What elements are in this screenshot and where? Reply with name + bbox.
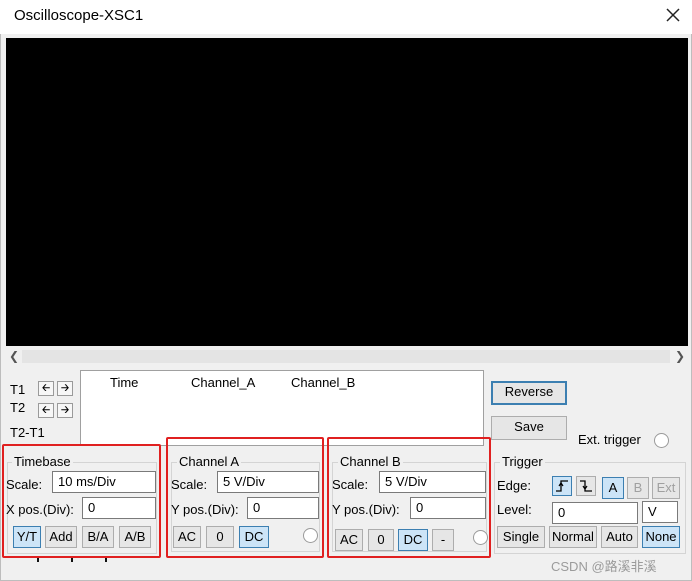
channel-a-ypos-label: Y pos.(Div): [171,502,239,517]
channel-b-ac-button[interactable]: AC [335,529,363,551]
trigger-edge-label: Edge: [497,478,531,493]
channel-b-dc-button[interactable]: DC [398,529,428,551]
close-icon[interactable] [660,4,686,28]
channel-a-ypos-input[interactable]: 0 [247,497,319,519]
tick-mark [71,558,73,562]
falling-edge-icon[interactable] [576,476,596,496]
scroll-left-icon[interactable]: ❮ [6,348,22,365]
channel-a-zero-button[interactable]: 0 [206,526,234,548]
trigger-auto-button[interactable]: Auto [601,526,638,548]
measurement-readout [80,370,484,446]
mode-add-button[interactable]: Add [45,526,77,548]
channel-a-ac-button[interactable]: AC [173,526,201,548]
trigger-level-unit[interactable]: V [642,501,678,523]
channel-b-ypos-input[interactable]: 0 [410,497,486,519]
channel-b-title: Channel B [338,454,403,469]
readout-header-channel-a: Channel_A [191,375,256,390]
tick-mark [105,558,107,562]
trigger-level-input[interactable]: 0 [552,502,638,524]
trigger-none-button[interactable]: None [642,526,680,548]
timebase-xpos-input[interactable]: 0 [82,497,156,519]
scope-display [6,38,688,346]
trigger-source-a-button[interactable]: A [602,477,624,499]
timebase-scale-input[interactable]: 10 ms/Div [52,471,156,493]
ext-trigger-radio[interactable] [654,433,669,448]
mode-ab-button[interactable]: A/B [119,526,151,548]
channel-a-radio[interactable] [303,528,318,543]
save-button[interactable]: Save [491,416,567,440]
t2-left-arrow-icon[interactable]: 🡠 [38,403,54,418]
readout-header-time: Time [110,375,139,390]
trigger-source-b-button[interactable]: B [627,477,649,499]
trigger-level-label: Level: [497,502,532,517]
trigger-source-ext-button[interactable]: Ext [652,477,680,499]
trigger-normal-button[interactable]: Normal [549,526,597,548]
channel-b-zero-button[interactable]: 0 [368,529,394,551]
channel-a-title: Channel A [177,454,241,469]
channel-b-invert-button[interactable]: - [432,529,454,551]
trigger-single-button[interactable]: Single [497,526,545,548]
tick-mark [37,558,39,562]
t2-t1-label: T2-T1 [10,425,45,440]
channel-b-ypos-label: Y pos.(Div): [332,502,400,517]
scope-scrollbar[interactable]: ❮ ❯ [4,348,690,365]
t1-left-arrow-icon[interactable]: 🡠 [38,381,54,396]
window-title: Oscilloscope-XSC1 [14,7,144,24]
t2-right-arrow-icon[interactable]: 🡢 [57,403,73,418]
t2-label: T2 [10,400,26,415]
channel-a-dc-button[interactable]: DC [239,526,269,548]
channel-a-scale-label: Scale: [171,477,208,492]
timebase-scale-label: Scale: [6,477,43,492]
watermark-text: CSDN @路溪非溪 [551,559,657,574]
channel-b-scale-input[interactable]: 5 V/Div [379,471,486,493]
mode-ba-button[interactable]: B/A [82,526,114,548]
trigger-title: Trigger [500,454,545,469]
channel-b-scale-label: Scale: [332,477,369,492]
mode-yt-button[interactable]: Y/T [13,526,41,548]
readout-header-channel-b: Channel_B [291,375,356,390]
timebase-xpos-label: X pos.(Div): [6,502,74,517]
timebase-title: Timebase [12,454,73,469]
ext-trigger-label: Ext. trigger [578,432,641,447]
reverse-button[interactable]: Reverse [491,381,567,405]
channel-b-radio[interactable] [473,530,488,545]
t1-label: T1 [10,382,26,397]
scroll-track[interactable] [22,350,670,363]
rising-edge-icon[interactable] [552,476,572,496]
channel-a-scale-input[interactable]: 5 V/Div [217,471,319,493]
t1-right-arrow-icon[interactable]: 🡢 [57,381,73,396]
scroll-right-icon[interactable]: ❯ [672,348,688,365]
